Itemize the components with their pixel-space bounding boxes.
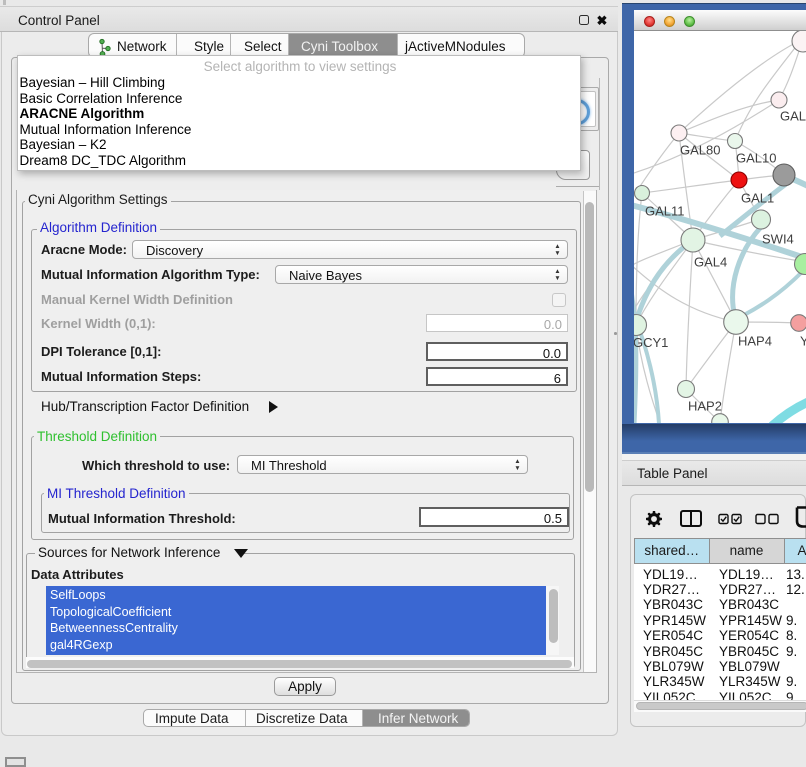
svg-text:GAL80: GAL80 <box>680 143 720 158</box>
svg-text:GAL10: GAL10 <box>736 151 776 166</box>
svg-text:HAP2: HAP2 <box>688 399 722 414</box>
svg-text:GAL1: GAL1 <box>741 191 774 206</box>
svg-text:SWI4: SWI4 <box>762 232 794 247</box>
svg-text:GAL4: GAL4 <box>694 255 727 270</box>
svg-text:GCY1: GCY1 <box>634 335 668 350</box>
svg-text:YJ: YJ <box>800 334 806 349</box>
svg-text:HAP4: HAP4 <box>738 334 772 349</box>
svg-text:GAL2: GAL2 <box>780 109 806 124</box>
svg-text:GAL11: GAL11 <box>645 204 685 219</box>
